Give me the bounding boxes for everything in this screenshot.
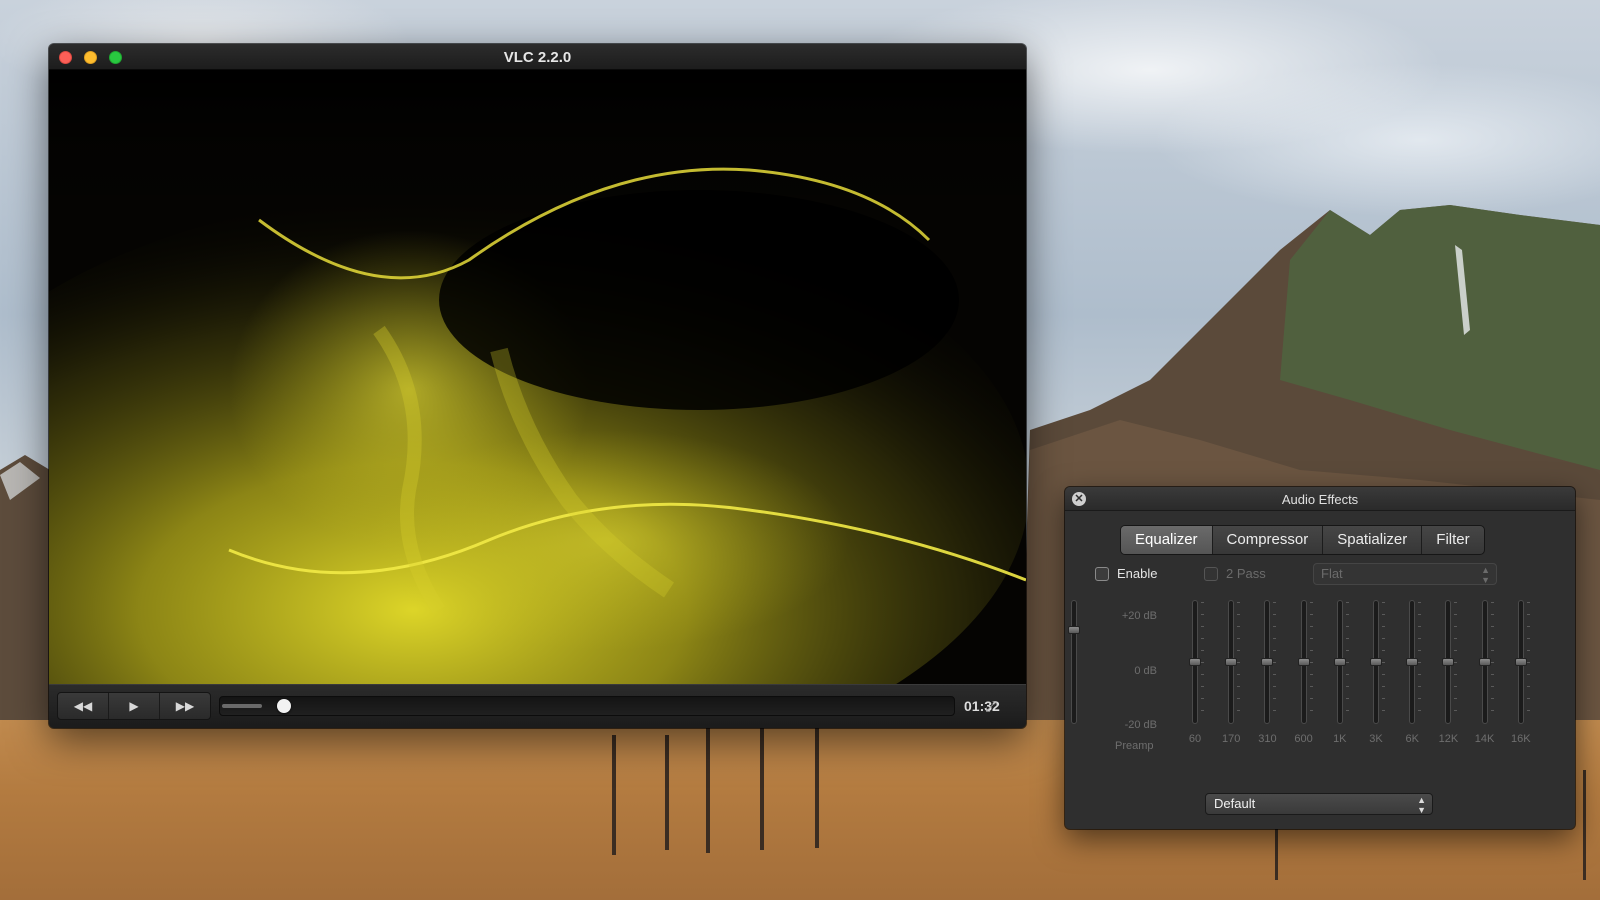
eq-band-label: 310	[1258, 733, 1277, 745]
wallpaper-pole	[706, 728, 710, 853]
eq-band-label: 3K	[1369, 733, 1383, 745]
wallpaper-pole	[815, 728, 819, 848]
slider-thumb[interactable]	[1478, 658, 1491, 666]
slider-track	[1071, 600, 1077, 724]
eq-band-label: 6K	[1405, 733, 1419, 745]
slider-ticks	[1309, 602, 1313, 722]
wallpaper-pole	[665, 735, 669, 850]
eq-band-label: 600	[1294, 733, 1313, 745]
seek-progress	[222, 704, 262, 708]
db-label-mid: 0 dB	[1134, 665, 1157, 677]
profile-select[interactable]: Default ▲ ▼	[1205, 793, 1433, 815]
seek-knob[interactable]	[277, 699, 291, 713]
video-visualization[interactable]	[49, 70, 1026, 684]
eq-band-label: 16K	[1511, 733, 1531, 745]
seek-bar[interactable]	[219, 696, 955, 716]
eq-band-label: 14K	[1474, 733, 1495, 745]
rewind-icon[interactable]: ◀◀	[58, 693, 109, 719]
play-icon[interactable]: ▶	[109, 693, 160, 719]
slider-ticks	[1490, 602, 1494, 722]
wallpaper-pole	[760, 728, 764, 850]
eq-band-slider[interactable]: 6K	[1397, 600, 1427, 750]
eq-band-slider[interactable]: 600	[1289, 600, 1319, 750]
slider-thumb[interactable]	[1406, 658, 1419, 666]
vlc-window: VLC 2.2.0 ◀◀ ▶ ▶▶ 01:32 ⤢	[49, 44, 1026, 728]
two-pass-label: 2 Pass	[1226, 566, 1266, 581]
window-title: VLC 2.2.0	[503, 49, 572, 66]
effects-tab-bar: Equalizer Compressor Spatializer Filter	[1120, 525, 1485, 555]
eq-band-label: 12K	[1438, 733, 1459, 745]
slider-ticks	[1418, 602, 1422, 722]
eq-band-label: 1K	[1333, 733, 1347, 745]
slider-thumb[interactable]	[1261, 658, 1274, 666]
eq-band-slider[interactable]: 1K	[1325, 600, 1355, 750]
eq-band-label: 170	[1222, 733, 1241, 745]
eq-band-slider[interactable]: 16K	[1506, 600, 1536, 750]
slider-ticks	[1273, 602, 1277, 722]
preamp-label: Preamp	[1115, 740, 1154, 752]
eq-band-slider[interactable]: 170	[1216, 600, 1246, 750]
audio-effects-panel: ✕ Audio Effects Equalizer Compressor Spa…	[1065, 487, 1575, 829]
slider-thumb[interactable]	[1442, 658, 1455, 666]
preamp-slider[interactable]	[1065, 600, 1089, 750]
slider-ticks	[1201, 602, 1204, 722]
eq-band-label: 60	[1188, 733, 1202, 745]
slider-ticks	[1526, 602, 1530, 722]
transport-buttons: ◀◀ ▶ ▶▶	[57, 692, 211, 720]
slider-thumb[interactable]	[1189, 658, 1201, 666]
slider-ticks	[1454, 602, 1458, 722]
preset-select[interactable]: Flat ▲ ▼	[1313, 563, 1497, 585]
tab-filter[interactable]: Filter	[1422, 526, 1483, 554]
slider-ticks	[1382, 602, 1385, 722]
audio-effects-titlebar[interactable]: ✕ Audio Effects	[1065, 487, 1575, 511]
db-label-bottom: -20 dB	[1124, 719, 1157, 731]
wallpaper-pole	[612, 735, 616, 855]
tab-equalizer[interactable]: Equalizer	[1121, 526, 1213, 554]
eq-band-slider[interactable]: 14K	[1470, 600, 1500, 750]
slider-thumb[interactable]	[1333, 658, 1346, 666]
preset-value: Flat	[1321, 566, 1343, 581]
slider-thumb[interactable]	[1225, 658, 1238, 666]
fast-forward-icon[interactable]: ▶▶	[160, 693, 210, 719]
eq-band-slider[interactable]: 310	[1252, 600, 1282, 750]
vlc-titlebar[interactable]: VLC 2.2.0	[49, 44, 1026, 70]
slider-thumb[interactable]	[1068, 625, 1080, 634]
db-label-top: +20 dB	[1121, 610, 1157, 622]
eq-band-slider[interactable]: 12K	[1433, 600, 1463, 750]
tab-compressor[interactable]: Compressor	[1213, 526, 1324, 554]
slider-ticks	[1345, 602, 1349, 722]
eq-band-slider[interactable]: 3K	[1361, 600, 1391, 750]
enable-label: Enable	[1117, 566, 1158, 581]
select-arrows-icon: ▲ ▼	[1417, 795, 1426, 815]
fullscreen-icon[interactable]: ⤢	[979, 695, 1003, 719]
enable-checkbox[interactable]	[1095, 567, 1109, 581]
slider-thumb[interactable]	[1297, 658, 1310, 666]
select-arrows-icon: ▲ ▼	[1481, 565, 1490, 585]
slider-thumb[interactable]	[1370, 658, 1382, 666]
wallpaper-pole	[1583, 770, 1586, 880]
profile-value: Default	[1214, 796, 1256, 811]
slider-ticks	[1237, 602, 1241, 722]
playback-controls: ◀◀ ▶ ▶▶ 01:32 ⤢	[49, 684, 1026, 728]
eq-band-slider[interactable]: 60	[1180, 600, 1210, 750]
tab-spatializer[interactable]: Spatializer	[1323, 526, 1423, 554]
slider-thumb[interactable]	[1514, 658, 1527, 666]
panel-title: Audio Effects	[1281, 492, 1359, 507]
two-pass-checkbox[interactable]	[1204, 567, 1218, 581]
